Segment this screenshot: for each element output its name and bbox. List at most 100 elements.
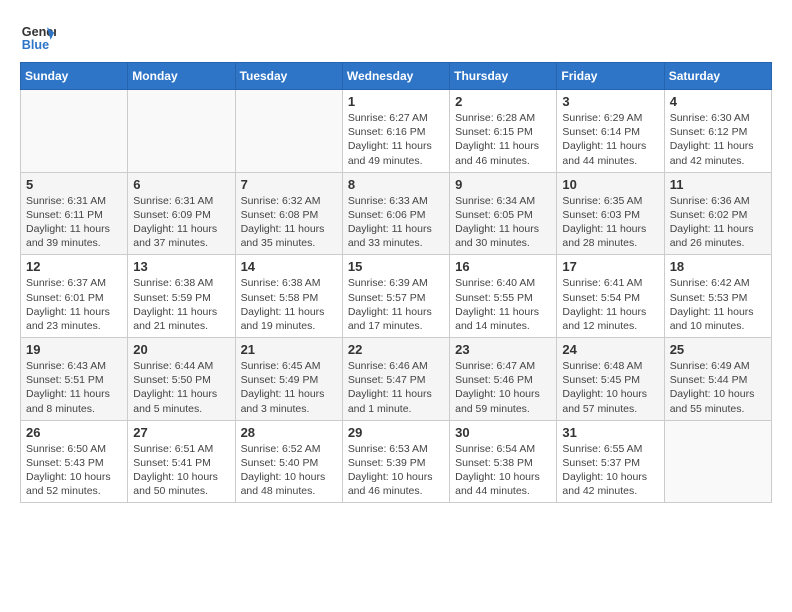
day-number: 29 — [348, 425, 444, 440]
day-number: 20 — [133, 342, 229, 357]
weekday-header-sunday: Sunday — [21, 63, 128, 90]
day-cell-3: 3Sunrise: 6:29 AMSunset: 6:14 PMDaylight… — [557, 90, 664, 173]
day-cell-6: 6 Sunrise: 6:31 AMSunset: 6:09 PMDaylight… — [128, 172, 235, 255]
day-info: Sunrise: 6:32 AMSunset: 6:08 PMDaylight:… — [241, 194, 337, 251]
day-cell-5: 5 Sunrise: 6:31 AMSunset: 6:11 PMDaylight… — [21, 172, 128, 255]
day-info: Sunrise: 6:55 AMSunset: 5:37 PMDaylight:… — [562, 442, 658, 499]
day-cell-19: 19 Sunrise: 6:43 AMSunset: 5:51 PMDayligh… — [21, 338, 128, 421]
day-number: 14 — [241, 259, 337, 274]
day-info: Sunrise: 6:28 AMSunset: 6:15 PMDaylight:… — [455, 111, 551, 168]
day-info: Sunrise: 6:52 AMSunset: 5:40 PMDaylight:… — [241, 442, 337, 499]
empty-cell — [664, 420, 771, 503]
day-cell-28: 28 Sunrise: 6:52 AMSunset: 5:40 PMDayligh… — [235, 420, 342, 503]
day-info: Sunrise: 6:38 AMSunset: 5:58 PMDaylight:… — [241, 276, 337, 333]
day-cell-26: 26Sunrise: 6:50 AMSunset: 5:43 PMDayligh… — [21, 420, 128, 503]
day-info: Sunrise: 6:47 AMSunset: 5:46 PMDaylight:… — [455, 359, 551, 416]
day-cell-9: 9 Sunrise: 6:34 AMSunset: 6:05 PMDaylight… — [450, 172, 557, 255]
day-info: Sunrise: 6:40 AMSunset: 5:55 PMDaylight:… — [455, 276, 551, 333]
day-cell-23: 23Sunrise: 6:47 AMSunset: 5:46 PMDayligh… — [450, 338, 557, 421]
day-number: 17 — [562, 259, 658, 274]
day-number: 31 — [562, 425, 658, 440]
week-row-5: 26Sunrise: 6:50 AMSunset: 5:43 PMDayligh… — [21, 420, 772, 503]
weekday-header-row: SundayMondayTuesdayWednesdayThursdayFrid… — [21, 63, 772, 90]
day-cell-11: 11 Sunrise: 6:36 AMSunset: 6:02 PMDayligh… — [664, 172, 771, 255]
day-cell-20: 20 Sunrise: 6:44 AMSunset: 5:50 PMDayligh… — [128, 338, 235, 421]
day-number: 2 — [455, 94, 551, 109]
day-number: 21 — [241, 342, 337, 357]
empty-cell — [21, 90, 128, 173]
day-info: Sunrise: 6:44 AMSunset: 5:50 PMDaylight:… — [133, 359, 229, 416]
day-cell-22: 22 Sunrise: 6:46 AMSunset: 5:47 PMDayligh… — [342, 338, 449, 421]
day-cell-30: 30 Sunrise: 6:54 AMSunset: 5:38 PMDayligh… — [450, 420, 557, 503]
day-info: Sunrise: 6:30 AMSunset: 6:12 PMDaylight:… — [670, 111, 766, 168]
day-cell-16: 16 Sunrise: 6:40 AMSunset: 5:55 PMDayligh… — [450, 255, 557, 338]
week-row-2: 5 Sunrise: 6:31 AMSunset: 6:11 PMDaylight… — [21, 172, 772, 255]
day-info: Sunrise: 6:33 AMSunset: 6:06 PMDaylight:… — [348, 194, 444, 251]
week-row-3: 12 Sunrise: 6:37 AMSunset: 6:01 PMDayligh… — [21, 255, 772, 338]
day-info: Sunrise: 6:39 AMSunset: 5:57 PMDaylight:… — [348, 276, 444, 333]
weekday-header-tuesday: Tuesday — [235, 63, 342, 90]
day-info: Sunrise: 6:42 AMSunset: 5:53 PMDaylight:… — [670, 276, 766, 333]
day-cell-4: 4 Sunrise: 6:30 AMSunset: 6:12 PMDaylight… — [664, 90, 771, 173]
day-info: Sunrise: 6:36 AMSunset: 6:02 PMDaylight:… — [670, 194, 766, 251]
day-cell-31: 31 Sunrise: 6:55 AMSunset: 5:37 PMDayligh… — [557, 420, 664, 503]
day-number: 9 — [455, 177, 551, 192]
day-info: Sunrise: 6:27 AMSunset: 6:16 PMDaylight:… — [348, 111, 444, 168]
day-cell-24: 24Sunrise: 6:48 AMSunset: 5:45 PMDayligh… — [557, 338, 664, 421]
day-info: Sunrise: 6:43 AMSunset: 5:51 PMDaylight:… — [26, 359, 122, 416]
day-cell-25: 25Sunrise: 6:49 AMSunset: 5:44 PMDayligh… — [664, 338, 771, 421]
day-number: 13 — [133, 259, 229, 274]
day-number: 19 — [26, 342, 122, 357]
day-info: Sunrise: 6:51 AMSunset: 5:41 PMDaylight:… — [133, 442, 229, 499]
weekday-header-thursday: Thursday — [450, 63, 557, 90]
weekday-header-monday: Monday — [128, 63, 235, 90]
day-number: 1 — [348, 94, 444, 109]
day-number: 5 — [26, 177, 122, 192]
logo: General Blue — [20, 20, 56, 56]
day-cell-10: 10 Sunrise: 6:35 AMSunset: 6:03 PMDayligh… — [557, 172, 664, 255]
day-cell-27: 27 Sunrise: 6:51 AMSunset: 5:41 PMDayligh… — [128, 420, 235, 503]
svg-text:Blue: Blue — [22, 38, 49, 52]
day-cell-1: 1 Sunrise: 6:27 AMSunset: 6:16 PMDaylight… — [342, 90, 449, 173]
day-number: 4 — [670, 94, 766, 109]
day-number: 10 — [562, 177, 658, 192]
day-cell-18: 18Sunrise: 6:42 AMSunset: 5:53 PMDayligh… — [664, 255, 771, 338]
day-number: 25 — [670, 342, 766, 357]
day-info: Sunrise: 6:35 AMSunset: 6:03 PMDaylight:… — [562, 194, 658, 251]
week-row-1: 1 Sunrise: 6:27 AMSunset: 6:16 PMDaylight… — [21, 90, 772, 173]
day-cell-14: 14 Sunrise: 6:38 AMSunset: 5:58 PMDayligh… — [235, 255, 342, 338]
day-info: Sunrise: 6:46 AMSunset: 5:47 PMDaylight:… — [348, 359, 444, 416]
day-cell-2: 2 Sunrise: 6:28 AMSunset: 6:15 PMDaylight… — [450, 90, 557, 173]
day-info: Sunrise: 6:29 AMSunset: 6:14 PMDaylight:… — [562, 111, 658, 168]
day-cell-17: 17 Sunrise: 6:41 AMSunset: 5:54 PMDayligh… — [557, 255, 664, 338]
day-number: 6 — [133, 177, 229, 192]
day-number: 12 — [26, 259, 122, 274]
day-info: Sunrise: 6:48 AMSunset: 5:45 PMDaylight:… — [562, 359, 658, 416]
day-info: Sunrise: 6:34 AMSunset: 6:05 PMDaylight:… — [455, 194, 551, 251]
day-cell-29: 29Sunrise: 6:53 AMSunset: 5:39 PMDayligh… — [342, 420, 449, 503]
day-number: 28 — [241, 425, 337, 440]
day-number: 27 — [133, 425, 229, 440]
day-number: 16 — [455, 259, 551, 274]
day-number: 8 — [348, 177, 444, 192]
day-number: 22 — [348, 342, 444, 357]
day-number: 11 — [670, 177, 766, 192]
day-number: 26 — [26, 425, 122, 440]
day-cell-15: 15 Sunrise: 6:39 AMSunset: 5:57 PMDayligh… — [342, 255, 449, 338]
week-row-4: 19 Sunrise: 6:43 AMSunset: 5:51 PMDayligh… — [21, 338, 772, 421]
page-header: General Blue — [20, 20, 772, 56]
day-info: Sunrise: 6:41 AMSunset: 5:54 PMDaylight:… — [562, 276, 658, 333]
weekday-header-friday: Friday — [557, 63, 664, 90]
weekday-header-saturday: Saturday — [664, 63, 771, 90]
day-number: 30 — [455, 425, 551, 440]
day-number: 15 — [348, 259, 444, 274]
empty-cell — [128, 90, 235, 173]
day-info: Sunrise: 6:37 AMSunset: 6:01 PMDaylight:… — [26, 276, 122, 333]
weekday-header-wednesday: Wednesday — [342, 63, 449, 90]
day-info: Sunrise: 6:31 AMSunset: 6:09 PMDaylight:… — [133, 194, 229, 251]
day-cell-8: 8 Sunrise: 6:33 AMSunset: 6:06 PMDaylight… — [342, 172, 449, 255]
day-cell-13: 13Sunrise: 6:38 AMSunset: 5:59 PMDayligh… — [128, 255, 235, 338]
day-info: Sunrise: 6:31 AMSunset: 6:11 PMDaylight:… — [26, 194, 122, 251]
empty-cell — [235, 90, 342, 173]
day-info: Sunrise: 6:54 AMSunset: 5:38 PMDaylight:… — [455, 442, 551, 499]
